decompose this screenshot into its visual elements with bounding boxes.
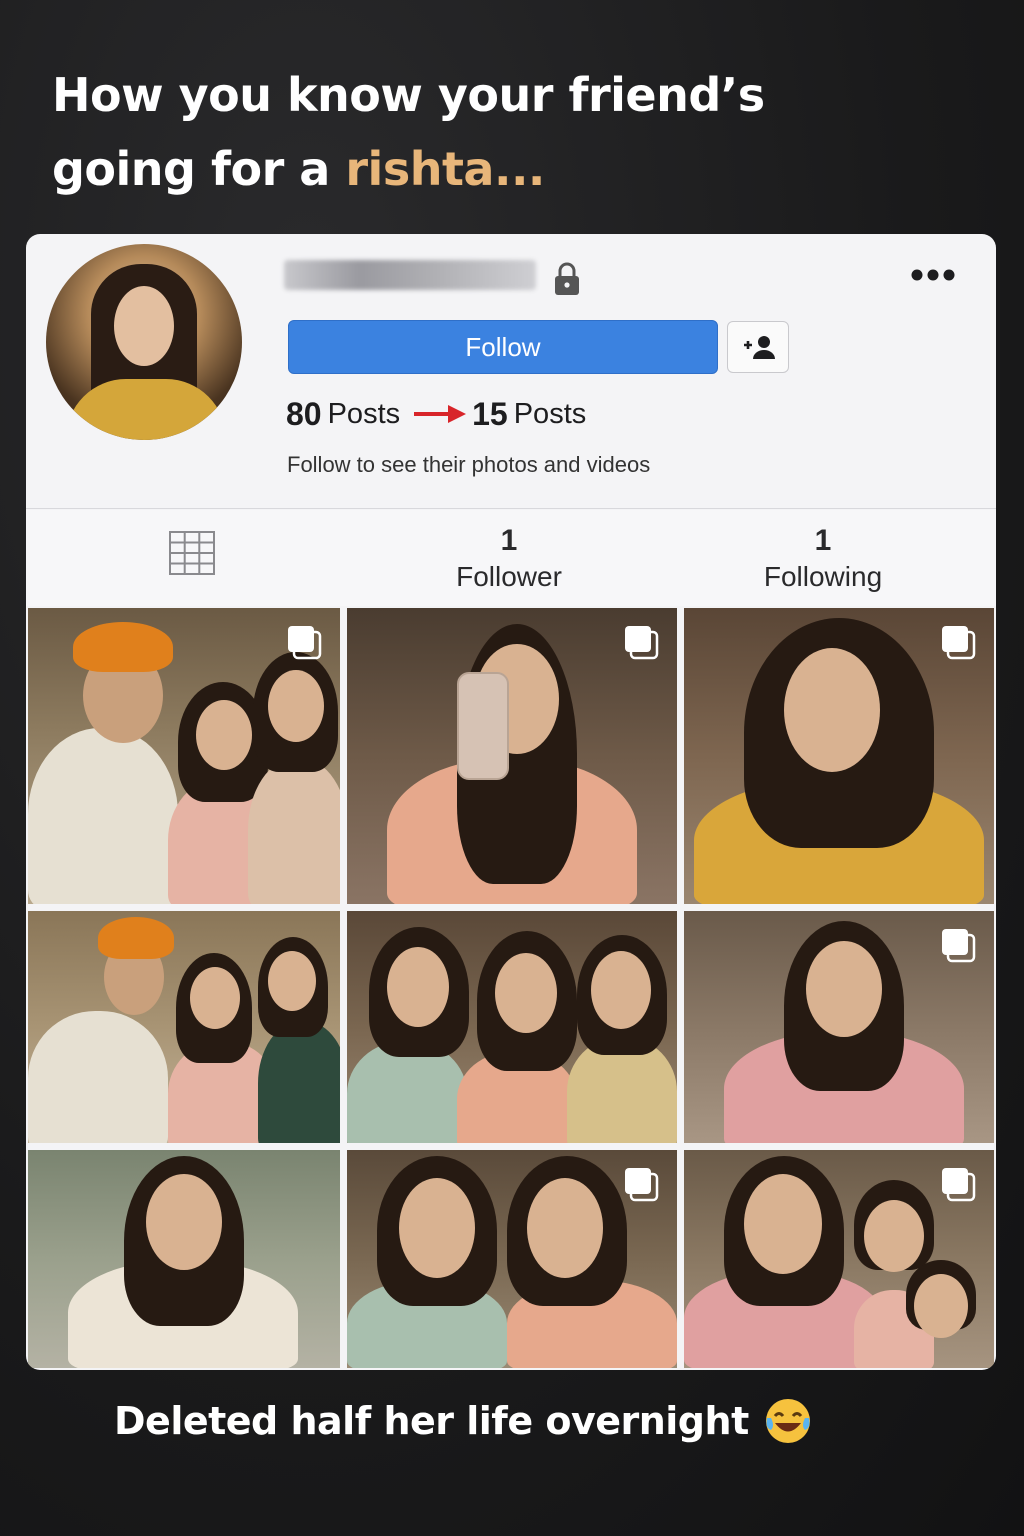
multi-photo-icon [942, 929, 976, 963]
photo-tile[interactable] [684, 608, 994, 904]
posts-after-label: Posts [513, 397, 587, 430]
posts-count-row: 80 Posts 15 Posts [286, 394, 586, 434]
photo-tile[interactable] [28, 1150, 340, 1368]
photo-tile[interactable] [347, 1150, 677, 1368]
photo-tile[interactable] [28, 608, 340, 904]
followers-stat[interactable]: 1 Follower [409, 524, 609, 596]
multi-photo-icon [942, 626, 976, 660]
multi-photo-icon [288, 626, 322, 660]
more-icon[interactable] [910, 268, 956, 282]
laughing-emoji-icon [765, 1399, 810, 1443]
multi-photo-icon [625, 1168, 659, 1202]
followers-label: Follower [456, 561, 562, 592]
add-user-button[interactable] [727, 321, 789, 373]
posts-after-count: 15 [472, 395, 508, 432]
multi-photo-icon [625, 626, 659, 660]
photo-tile[interactable] [684, 1150, 994, 1368]
divider [26, 508, 996, 509]
stats-row: 1 Follower 1 Following [26, 510, 996, 606]
headline-prefix: going for a [52, 142, 346, 196]
caption-text: Deleted half her life overnight [114, 1399, 749, 1443]
posts-before-label: Posts [327, 397, 401, 430]
avatar[interactable] [46, 244, 242, 440]
photo-grid [28, 608, 994, 1370]
photo-tile[interactable] [347, 911, 677, 1143]
following-count: 1 [814, 524, 832, 557]
multi-photo-icon [942, 1168, 976, 1202]
grid-icon[interactable] [169, 531, 215, 575]
headline-line-2: going for a rishta... [52, 132, 952, 206]
photo-tile[interactable] [347, 608, 677, 904]
blurred-username [284, 260, 536, 290]
headline-accent: rishta... [345, 142, 545, 196]
posts-before-count: 80 [286, 395, 322, 432]
headline: How you know your friend’s going for a r… [52, 58, 952, 206]
photo-tile[interactable] [684, 911, 994, 1143]
red-arrow-icon [414, 405, 467, 423]
followers-count: 1 [500, 524, 518, 557]
add-user-icon [744, 336, 775, 359]
caption: Deleted half her life overnight [114, 1396, 934, 1446]
lock-icon [555, 262, 579, 295]
photo-tile[interactable] [28, 911, 340, 1143]
follow-button[interactable]: Follow [288, 320, 718, 374]
following-stat[interactable]: 1 Following [723, 524, 923, 596]
headline-line-1: How you know your friend’s [52, 68, 765, 122]
profile-card: Follow 80 Posts 15 Posts Follow to see t… [26, 234, 996, 1370]
private-account-note: Follow to see their photos and videos [287, 452, 651, 477]
following-label: Following [763, 561, 883, 592]
